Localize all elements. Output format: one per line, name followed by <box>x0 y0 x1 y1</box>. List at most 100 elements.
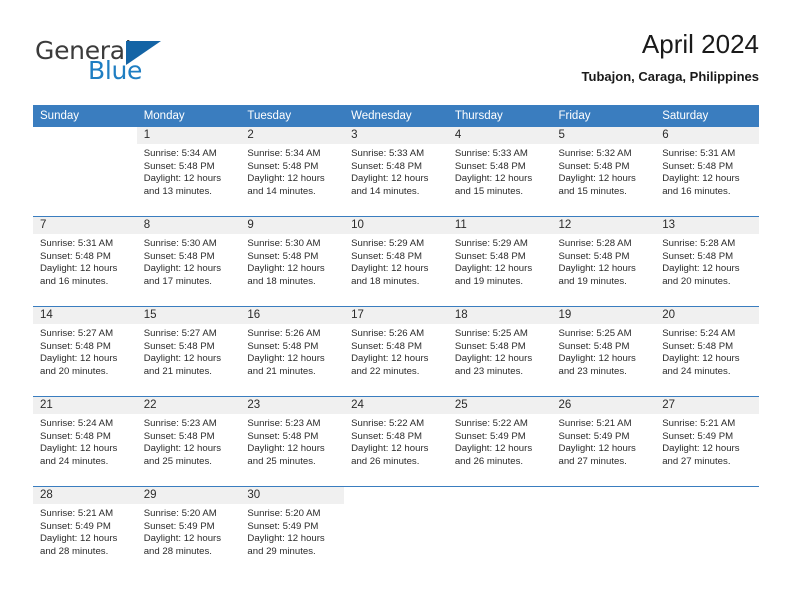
sunset-time: Sunset: 5:48 PM <box>143 250 215 262</box>
day-cell-inner: 21 Sunrise: 5:24 AM Sunset: 5:48 PM Dayligh… <box>33 397 137 486</box>
day-number: 2 <box>240 127 345 144</box>
calendar-day-cell[interactable]: 19 Sunrise: 5:25 AM Sunset: 5:48 PM Dayligh… <box>551 306 656 397</box>
day-details: Sunrise: 5:29 AM Sunset: 5:48 PM Daylight:… <box>344 234 448 288</box>
day-cell-inner: 18 Sunrise: 5:25 AM Sunset: 5:48 PM Dayligh… <box>447 307 552 396</box>
calendar-day-cell[interactable]: 2 Sunrise: 5:34 AM Sunset: 5:48 PM Daylight… <box>240 127 345 217</box>
daylight-duration-line2: and 27 minutes. <box>558 455 627 467</box>
calendar-day-cell[interactable]: 17 Sunrise: 5:26 AM Sunset: 5:48 PM Dayligh… <box>344 306 448 397</box>
calendar-day-cell[interactable]: 24 Sunrise: 5:22 AM Sunset: 5:48 PM Dayligh… <box>344 396 448 487</box>
calendar-week-row: 1 Sunrise: 5:34 AM Sunset: 5:48 PM Daylight… <box>33 127 759 217</box>
day-details: Sunrise: 5:21 AM Sunset: 5:49 PM Daylight:… <box>655 414 759 468</box>
day-number: 18 <box>447 307 552 324</box>
day-number: 13 <box>655 217 759 234</box>
day-cell-inner: 28 Sunrise: 5:21 AM Sunset: 5:49 PM Dayligh… <box>33 487 137 576</box>
day-details <box>448 504 552 508</box>
calendar-day-cell[interactable]: 26 Sunrise: 5:21 AM Sunset: 5:49 PM Dayligh… <box>551 396 656 487</box>
day-details: Sunrise: 5:24 AM Sunset: 5:48 PM Daylight:… <box>33 414 137 468</box>
daylight-duration-line1: Daylight: 12 hours <box>143 263 222 275</box>
day-cell-inner: 10 Sunrise: 5:29 AM Sunset: 5:48 PM Dayligh… <box>344 217 448 306</box>
calendar-day-cell[interactable]: 15 Sunrise: 5:27 AM Sunset: 5:48 PM Dayligh… <box>136 306 241 397</box>
sunset-time: Sunset: 5:48 PM <box>454 160 526 172</box>
calendar-week-row: 28 Sunrise: 5:21 AM Sunset: 5:49 PM Dayligh… <box>33 486 759 576</box>
day-cell-inner <box>655 487 759 576</box>
day-number: 6 <box>655 127 759 144</box>
calendar-day-cell[interactable]: 8 Sunrise: 5:30 AM Sunset: 5:48 PM Daylight… <box>136 216 241 307</box>
sunset-time: Sunset: 5:49 PM <box>454 430 526 442</box>
sunrise-time: Sunrise: 5:27 AM <box>40 328 114 339</box>
calendar-day-cell[interactable]: 21 Sunrise: 5:24 AM Sunset: 5:48 PM Dayligh… <box>33 396 137 487</box>
day-number: 20 <box>655 307 759 324</box>
calendar-header-row: Sunday Monday Tuesday Wednesday Thursday… <box>33 105 759 127</box>
calendar-day-cell[interactable]: 12 Sunrise: 5:28 AM Sunset: 5:48 PM Dayligh… <box>551 216 656 307</box>
daylight-duration-line2: and 28 minutes. <box>143 545 212 557</box>
day-cell-inner: 4 Sunrise: 5:33 AM Sunset: 5:48 PM Daylight… <box>447 127 552 216</box>
day-number: 10 <box>344 217 448 234</box>
daylight-duration-line1: Daylight: 12 hours <box>40 353 118 365</box>
day-cell-inner: 23 Sunrise: 5:23 AM Sunset: 5:48 PM Dayligh… <box>240 397 345 486</box>
day-number: 15 <box>136 307 241 324</box>
day-details: Sunrise: 5:29 AM Sunset: 5:48 PM Daylight:… <box>448 234 552 288</box>
daylight-duration-line2: and 20 minutes. <box>40 365 109 377</box>
daylight-duration-line1: Daylight: 12 hours <box>662 353 740 365</box>
daylight-duration-line2: and 14 minutes. <box>351 185 420 197</box>
sunset-time: Sunset: 5:48 PM <box>143 340 215 352</box>
daylight-duration-line1: Daylight: 12 hours <box>143 443 222 455</box>
calendar-day-cell[interactable]: 29 Sunrise: 5:20 AM Sunset: 5:49 PM Dayligh… <box>136 486 241 576</box>
sunset-time: Sunset: 5:48 PM <box>351 160 423 172</box>
sunset-time: Sunset: 5:48 PM <box>662 250 734 262</box>
sunset-time: Sunset: 5:48 PM <box>558 340 630 352</box>
calendar-day-cell[interactable]: 23 Sunrise: 5:23 AM Sunset: 5:48 PM Dayligh… <box>240 396 345 487</box>
daylight-duration-line1: Daylight: 12 hours <box>40 263 118 275</box>
day-cell-inner: 13 Sunrise: 5:28 AM Sunset: 5:48 PM Dayligh… <box>655 217 759 306</box>
daylight-duration-line2: and 16 minutes. <box>662 185 731 197</box>
calendar-day-cell[interactable]: 27 Sunrise: 5:21 AM Sunset: 5:49 PM Dayligh… <box>655 396 759 487</box>
daylight-duration-line2: and 25 minutes. <box>143 455 212 467</box>
day-cell-inner: 20 Sunrise: 5:24 AM Sunset: 5:48 PM Dayligh… <box>655 307 759 396</box>
calendar-cell-empty <box>33 127 137 217</box>
day-details <box>33 144 137 148</box>
sunrise-time: Sunrise: 5:26 AM <box>351 328 425 339</box>
sunrise-time: Sunrise: 5:22 AM <box>454 418 528 429</box>
calendar-day-cell[interactable]: 28 Sunrise: 5:21 AM Sunset: 5:49 PM Dayligh… <box>33 486 137 576</box>
day-cell-inner: 14 Sunrise: 5:27 AM Sunset: 5:48 PM Dayligh… <box>33 307 137 396</box>
calendar-day-cell[interactable]: 14 Sunrise: 5:27 AM Sunset: 5:48 PM Dayligh… <box>33 306 137 397</box>
calendar-day-cell[interactable]: 22 Sunrise: 5:23 AM Sunset: 5:48 PM Dayligh… <box>136 396 241 487</box>
calendar-day-cell[interactable]: 20 Sunrise: 5:24 AM Sunset: 5:48 PM Dayligh… <box>655 306 759 397</box>
calendar-day-cell[interactable]: 3 Sunrise: 5:33 AM Sunset: 5:48 PM Daylight… <box>344 127 448 217</box>
weekday-header-saturday: Saturday <box>655 105 759 127</box>
daylight-duration-line2: and 22 minutes. <box>351 365 420 377</box>
daylight-duration-line1: Daylight: 12 hours <box>143 173 222 185</box>
logo-word-blue: Blue <box>88 56 143 85</box>
daylight-duration-line1: Daylight: 12 hours <box>143 353 222 365</box>
sunrise-time: Sunrise: 5:33 AM <box>454 148 528 159</box>
calendar-day-cell[interactable]: 10 Sunrise: 5:29 AM Sunset: 5:48 PM Dayligh… <box>344 216 448 307</box>
calendar-day-cell[interactable]: 6 Sunrise: 5:31 AM Sunset: 5:48 PM Daylight… <box>655 127 759 217</box>
calendar-day-cell[interactable]: 4 Sunrise: 5:33 AM Sunset: 5:48 PM Daylight… <box>447 127 552 217</box>
sunrise-time: Sunrise: 5:29 AM <box>454 238 528 249</box>
calendar-day-cell[interactable]: 25 Sunrise: 5:22 AM Sunset: 5:49 PM Dayligh… <box>447 396 552 487</box>
day-cell-inner <box>344 487 448 576</box>
general-blue-logo[interactable]: General Blue <box>33 28 273 88</box>
calendar-day-cell[interactable]: 18 Sunrise: 5:25 AM Sunset: 5:48 PM Dayligh… <box>447 306 552 397</box>
calendar-day-cell[interactable]: 11 Sunrise: 5:29 AM Sunset: 5:48 PM Dayligh… <box>447 216 552 307</box>
calendar-day-cell[interactable]: 1 Sunrise: 5:34 AM Sunset: 5:48 PM Daylight… <box>136 127 241 217</box>
calendar-day-cell[interactable]: 7 Sunrise: 5:31 AM Sunset: 5:48 PM Daylight… <box>33 216 137 307</box>
daylight-duration-line1: Daylight: 12 hours <box>351 353 429 365</box>
calendar-day-cell[interactable]: 16 Sunrise: 5:26 AM Sunset: 5:48 PM Dayligh… <box>240 306 345 397</box>
calendar-day-cell[interactable]: 9 Sunrise: 5:30 AM Sunset: 5:48 PM Daylight… <box>240 216 345 307</box>
daylight-duration-line1: Daylight: 12 hours <box>351 173 429 185</box>
day-cell-inner: 1 Sunrise: 5:34 AM Sunset: 5:48 PM Daylight… <box>136 127 241 216</box>
day-number <box>344 487 448 504</box>
calendar-day-cell[interactable]: 30 Sunrise: 5:20 AM Sunset: 5:49 PM Dayligh… <box>240 486 345 576</box>
daylight-duration-line1: Daylight: 12 hours <box>454 173 533 185</box>
daylight-duration-line2: and 25 minutes. <box>247 455 316 467</box>
day-number: 1 <box>136 127 241 144</box>
sunrise-time: Sunrise: 5:26 AM <box>247 328 321 339</box>
day-cell-inner: 15 Sunrise: 5:27 AM Sunset: 5:48 PM Dayligh… <box>136 307 241 396</box>
day-number: 14 <box>33 307 137 324</box>
calendar-day-cell[interactable]: 5 Sunrise: 5:32 AM Sunset: 5:48 PM Daylight… <box>551 127 656 217</box>
day-cell-inner: 5 Sunrise: 5:32 AM Sunset: 5:48 PM Daylight… <box>551 127 656 216</box>
day-cell-inner: 12 Sunrise: 5:28 AM Sunset: 5:48 PM Dayligh… <box>551 217 656 306</box>
title-block: April 2024 Tubajon, Caraga, Philippines <box>582 28 759 85</box>
calendar-day-cell[interactable]: 13 Sunrise: 5:28 AM Sunset: 5:48 PM Dayligh… <box>655 216 759 307</box>
